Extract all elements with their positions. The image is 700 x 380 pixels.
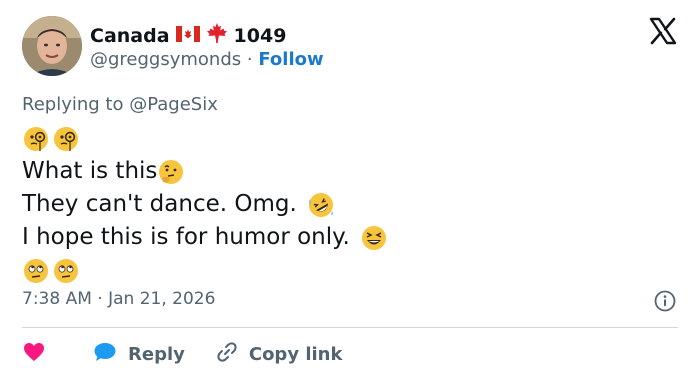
eye-roll-emoji bbox=[22, 257, 50, 285]
x-logo-icon[interactable] bbox=[648, 16, 678, 46]
canada-flag-icon bbox=[175, 25, 200, 47]
tweet-timestamp[interactable]: 7:38 AM · Jan 21, 2026 bbox=[22, 289, 215, 309]
tweet-line-2: What is this bbox=[22, 155, 390, 188]
handle-row: @greggsymonds · Follow bbox=[90, 49, 324, 70]
action-bar: Reply Copy link bbox=[22, 337, 342, 371]
tweet-line-2-text: What is this bbox=[22, 158, 158, 184]
replying-to: Replying to @PageSix bbox=[22, 94, 218, 115]
thinking-face-emoji bbox=[157, 158, 185, 186]
like-button[interactable] bbox=[22, 341, 46, 368]
tweet-line-1 bbox=[22, 122, 390, 155]
tweet-line-5 bbox=[22, 254, 390, 287]
maple-leaf-icon bbox=[206, 22, 228, 49]
tweet-body: What is this They can't dance. Omg. I ho… bbox=[22, 122, 390, 287]
replying-to-handle[interactable]: @PageSix bbox=[129, 94, 218, 115]
grinning-squinting-emoji bbox=[360, 224, 388, 252]
author-handle[interactable]: @greggsymonds bbox=[90, 49, 241, 70]
tweet-line-3-text: They can't dance. Omg. bbox=[22, 191, 297, 217]
handle-separator: · bbox=[246, 49, 253, 70]
author-name-number: 1049 bbox=[233, 24, 287, 47]
tweet-line-3: They can't dance. Omg. bbox=[22, 188, 390, 221]
copy-link-label: Copy link bbox=[248, 343, 343, 365]
reply-button[interactable]: Reply bbox=[92, 340, 185, 369]
heart-icon bbox=[22, 341, 46, 368]
link-icon bbox=[215, 340, 239, 369]
reply-label: Reply bbox=[128, 343, 185, 365]
avatar[interactable] bbox=[22, 16, 82, 76]
replying-prefix: Replying to bbox=[22, 94, 124, 115]
tweet-line-4-text: I hope this is for humor only. bbox=[22, 224, 350, 250]
copy-link-button[interactable]: Copy link bbox=[215, 340, 343, 369]
author-name-row[interactable]: Canada 1049 bbox=[90, 22, 286, 49]
eye-roll-emoji bbox=[52, 257, 80, 285]
monocle-face-emoji bbox=[22, 125, 50, 153]
info-icon[interactable] bbox=[654, 290, 676, 312]
reply-bubble-icon bbox=[92, 340, 118, 369]
monocle-face-emoji bbox=[52, 125, 80, 153]
divider bbox=[22, 327, 678, 328]
author-display-name[interactable]: Canada bbox=[90, 25, 170, 47]
follow-button[interactable]: Follow bbox=[258, 49, 323, 70]
tweet-line-4: I hope this is for humor only. bbox=[22, 221, 390, 254]
rolling-laughing-emoji bbox=[307, 191, 335, 219]
